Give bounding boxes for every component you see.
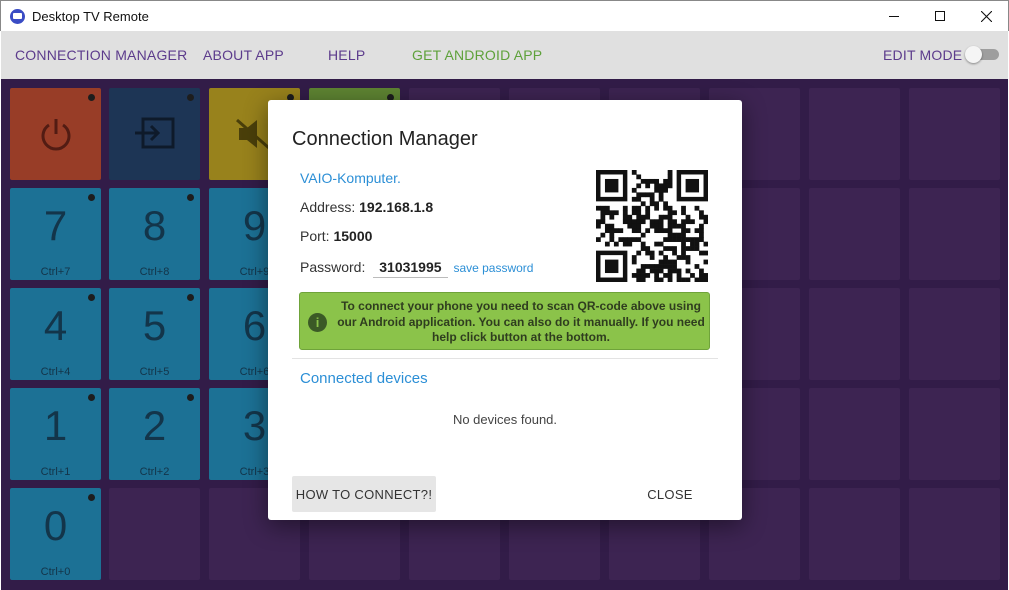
address-label: Address:: [300, 199, 356, 215]
toggle-knob: [965, 46, 982, 63]
close-window-button[interactable]: [963, 1, 1009, 31]
address-row: Address: 192.168.1.8: [300, 199, 433, 215]
edit-mode-label: EDIT MODE: [883, 47, 963, 63]
maximize-button[interactable]: [917, 1, 963, 31]
info-text: To connect your phone you need to scan Q…: [337, 299, 705, 344]
port-row: Port: 15000: [300, 228, 372, 244]
window-title: Desktop TV Remote: [32, 9, 149, 24]
password-label: Password:: [300, 259, 366, 275]
minimize-button[interactable]: [871, 1, 917, 31]
app-tv-icon: [10, 9, 25, 24]
menu-help[interactable]: HELP: [328, 47, 365, 63]
window-titlebar: Desktop TV Remote: [0, 0, 1009, 31]
computer-name: VAIO-Komputer.: [300, 170, 401, 186]
password-row: Password: 31031995 save password: [300, 259, 533, 278]
address-value: 192.168.1.8: [359, 199, 434, 215]
menu-connection-manager[interactable]: CONNECTION MANAGER: [15, 47, 187, 63]
how-to-connect-button[interactable]: HOW TO CONNECT?!: [292, 476, 436, 512]
port-label: Port:: [300, 228, 330, 244]
edit-mode-toggle[interactable]: [965, 46, 999, 63]
minimize-icon: [889, 15, 899, 17]
save-password-link[interactable]: save password: [453, 261, 533, 275]
password-field[interactable]: 31031995: [373, 259, 448, 278]
close-dialog-button[interactable]: CLOSE: [628, 476, 712, 512]
connected-devices-title: Connected devices: [300, 370, 428, 387]
info-icon: i: [308, 313, 327, 332]
menu-get-android-app[interactable]: GET ANDROID APP: [412, 47, 542, 63]
info-banner: i To connect your phone you need to scan…: [299, 292, 710, 350]
menu-about-app[interactable]: ABOUT APP: [203, 47, 284, 63]
close-icon: [980, 10, 992, 22]
divider: [292, 358, 718, 359]
port-value: 15000: [333, 228, 373, 244]
qr-code: [596, 170, 708, 282]
no-devices-message: No devices found.: [452, 412, 558, 427]
dialog-title: Connection Manager: [292, 128, 478, 150]
connection-manager-dialog: Connection Manager VAIO-Komputer. Addres…: [268, 100, 742, 520]
maximize-icon: [935, 11, 945, 21]
menu-bar: CONNECTION MANAGER ABOUT APP HELP GET AN…: [1, 31, 1008, 79]
